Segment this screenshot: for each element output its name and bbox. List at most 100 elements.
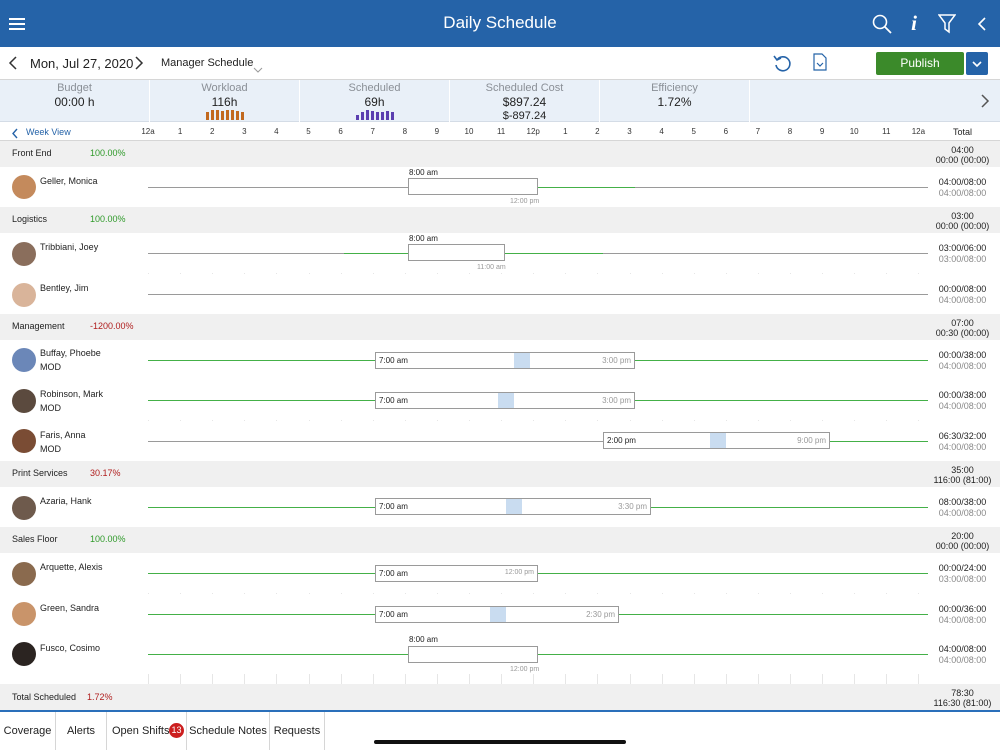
filter-icon[interactable] (936, 0, 958, 47)
availability-line (830, 441, 928, 442)
total-scheduled-hours: 78:30 (951, 688, 974, 698)
shift-block[interactable]: 7:00 am 3:00 pm (375, 352, 635, 369)
total-scheduled-label: Total Scheduled (12, 692, 77, 702)
break-block (490, 607, 506, 622)
employee-total-secondary: 03:00/08:00 (938, 574, 987, 584)
info-icon[interactable]: i (904, 0, 924, 47)
chevron-right-icon[interactable] (980, 94, 990, 113)
refresh-icon[interactable] (772, 52, 794, 79)
employee-total-secondary: 04:00/08:00 (938, 401, 987, 411)
availability-line (635, 360, 928, 361)
metric-value: 00:00 h (54, 95, 95, 109)
metric-label: Budget (57, 82, 92, 94)
metric-workload: Workload 116h (150, 80, 300, 122)
metric-value-secondary: $-897.24 (502, 110, 547, 122)
break-block (498, 393, 514, 408)
shift-block[interactable]: 7:00 am 2:30 pm (375, 606, 619, 623)
publish-dropdown-button[interactable] (966, 52, 988, 75)
shift-start-time: 7:00 am (379, 610, 408, 619)
search-icon[interactable] (870, 0, 894, 47)
group-row-sales-floor[interactable]: Sales Floor 100.00% 20:00 00:00 (00:00) (0, 527, 1000, 553)
back-icon[interactable] (974, 0, 990, 47)
shift-block[interactable]: 7:00 am 3:00 pm (375, 392, 635, 409)
prev-date-icon[interactable] (8, 56, 18, 75)
availability-line (148, 654, 408, 655)
timeline-line (148, 187, 408, 188)
bottom-tab-bar: Coverage Alerts Open Shifts Schedule Not… (0, 710, 1000, 750)
shift-block[interactable] (408, 178, 538, 195)
next-date-icon[interactable] (134, 56, 144, 75)
shift-block[interactable]: 7:00 am 12:00 pm (375, 565, 538, 582)
shift-block[interactable] (408, 244, 505, 261)
home-indicator (374, 740, 626, 744)
availability-line (344, 253, 408, 254)
employee-row[interactable]: Azaria, Hank 7:00 am 3:30 pm 08:00/38:00… (0, 487, 1000, 527)
group-row-logistics[interactable]: Logistics 100.00% 03:00 00:00 (00:00) (0, 207, 1000, 233)
availability-line (538, 187, 635, 188)
employee-row[interactable]: Buffay, Phoebe MOD 7:00 am 3:00 pm 00:00… (0, 340, 1000, 380)
employee-total: 06:30/32:00 (938, 431, 987, 441)
availability-line (505, 253, 603, 254)
metrics-bar: Budget 00:00 h Workload 116h Scheduled 6… (0, 80, 1000, 122)
employee-row[interactable]: Geller, Monica 8:00 am 12:00 pm 04:00/08… (0, 167, 1000, 207)
group-percent: 100.00% (90, 534, 126, 544)
break-block (514, 353, 530, 368)
timeline-line (603, 253, 928, 254)
time-tick: 8 (402, 127, 408, 136)
availability-line (619, 614, 928, 615)
tab-requests[interactable]: Requests (270, 712, 325, 750)
shift-block[interactable] (408, 646, 538, 663)
employee-total: 04:00/08:00 (938, 177, 987, 187)
group-total-detail: 00:00 (00:00) (935, 221, 990, 231)
group-percent: 30.17% (90, 468, 121, 478)
shift-start-time: 7:00 am (379, 356, 408, 365)
publish-button[interactable]: Publish (876, 52, 964, 75)
group-row-management[interactable]: Management -1200.00% 07:00 00:30 (00:00) (0, 314, 1000, 340)
date-label[interactable]: Mon, Jul 27, 2020 (30, 56, 133, 71)
time-tick: 7 (755, 127, 761, 136)
group-total-hours: 07:00 (951, 318, 974, 328)
employee-row[interactable]: Green, Sandra 7:00 am 2:30 pm 00:00/36:0… (0, 594, 1000, 634)
shift-end-time: 3:00 pm (602, 396, 631, 405)
employee-total: 04:00/08:00 (938, 644, 987, 654)
timeline-line (148, 253, 344, 254)
availability-line (651, 507, 928, 508)
tab-coverage[interactable]: Coverage (0, 712, 56, 750)
shift-start-time: 8:00 am (409, 168, 438, 177)
shift-end-time: 12:00 pm (510, 198, 540, 205)
group-percent: 100.00% (90, 214, 126, 224)
time-tick: 4 (274, 127, 279, 136)
shift-start-time: 7:00 am (379, 396, 408, 405)
group-row-print-services[interactable]: Print Services 30.17% 35:00 116:00 (81:0… (0, 461, 1000, 487)
time-tick: 1 (563, 127, 568, 136)
employee-name: Geller, Monica (40, 176, 98, 186)
shift-end-time: 12:00 pm (504, 569, 534, 576)
tab-alerts[interactable]: Alerts (56, 712, 107, 750)
shift-end-time: 2:30 pm (586, 610, 615, 619)
group-total-hours: 35:00 (951, 465, 974, 475)
week-view-link[interactable]: Week View (26, 127, 71, 137)
employee-row[interactable]: Tribbiani, Joey 8:00 am 11:00 am 03:00/0… (0, 233, 1000, 273)
metric-budget: Budget 00:00 h (0, 80, 150, 122)
employee-name: Robinson, Mark (40, 389, 104, 399)
schedule-select[interactable]: Manager Schedule (161, 57, 253, 69)
employee-row[interactable]: Fusco, Cosimo 8:00 am 12:00 pm 04:00/08:… (0, 634, 1000, 674)
time-tick: 2 (595, 127, 600, 136)
break-block (710, 433, 726, 448)
metric-label: Scheduled Cost (485, 82, 564, 94)
time-tick: 2 (209, 127, 215, 136)
dropdown-icon[interactable] (253, 60, 263, 78)
scheduled-sparkbars (356, 110, 394, 120)
employee-row[interactable]: Arquette, Alexis 7:00 am 12:00 pm 00:00/… (0, 553, 1000, 593)
document-icon[interactable] (813, 53, 827, 76)
shift-block[interactable]: 2:00 pm 9:00 pm (603, 432, 830, 449)
time-tick: 3 (242, 127, 247, 136)
employee-row[interactable]: Faris, Anna MOD 2:00 pm 9:00 pm 06:30/32… (0, 421, 1000, 461)
timeline-line (148, 294, 928, 295)
employee-row[interactable]: Robinson, Mark MOD 7:00 am 3:00 pm 00:00… (0, 380, 1000, 420)
group-row-front-end[interactable]: Front End 100.00% 04:00 00:00 (00:00) (0, 141, 1000, 167)
tab-schedule-notes[interactable]: Schedule Notes (187, 712, 270, 750)
shift-block[interactable]: 7:00 am 3:30 pm (375, 498, 651, 515)
employee-row[interactable]: Bentley, Jim 00:00/08:00 04:00/08:00 (0, 274, 1000, 314)
break-block (506, 499, 522, 514)
